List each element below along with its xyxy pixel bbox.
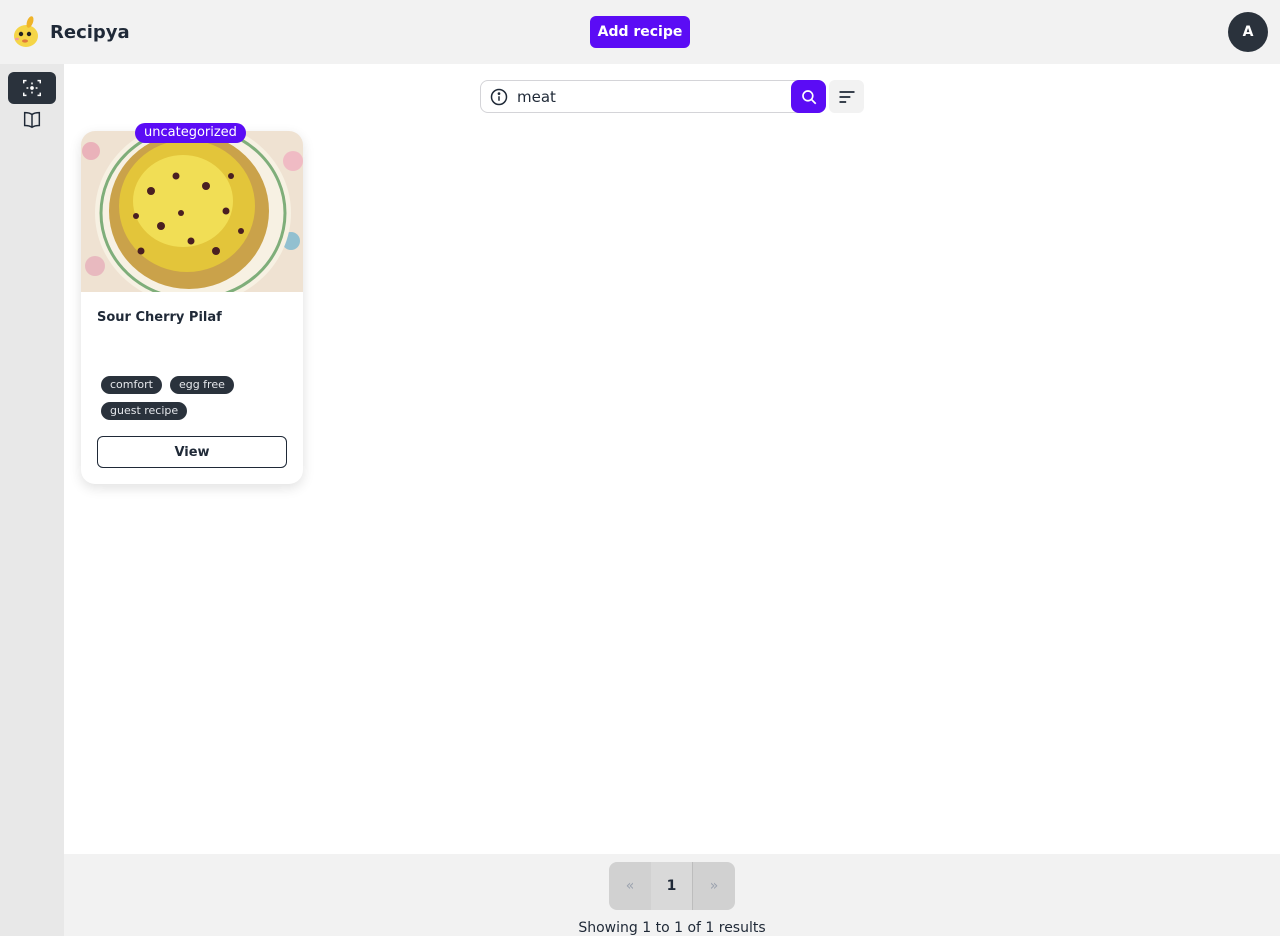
top-navbar: Recipya Add recipe A [0,0,1280,64]
cookbook-icon [23,111,41,129]
add-recipe-button[interactable]: Add recipe [590,16,690,48]
search-icon [801,89,816,104]
tag-list: comfort egg free guest recipe [101,376,281,420]
recipe-image [81,131,303,292]
pagination: « 1 » [609,862,735,910]
avatar[interactable]: A [1228,12,1268,52]
sidebar-item-recipes[interactable] [8,72,56,104]
view-recipe-button[interactable]: View [97,436,287,468]
sort-lines-icon [839,90,854,103]
recipe-card: uncategorized Sour Cherry Pilaf comfort … [81,123,303,484]
search-box [480,80,826,113]
recipe-title: Sour Cherry Pilaf [97,310,222,325]
tag[interactable]: egg free [169,376,234,394]
sidebar [0,64,64,936]
sidebar-item-cookbooks[interactable] [8,104,56,136]
recipes-scan-icon [23,79,41,97]
search-input[interactable] [517,85,787,109]
pagination-footer: « 1 » Showing 1 to 1 of 1 results [64,854,1280,936]
sort-filter-button[interactable] [829,80,864,113]
brand-name: Recipya [50,21,130,43]
results-summary: Showing 1 to 1 of 1 results [578,920,766,936]
tag[interactable]: comfort [101,376,162,394]
info-icon[interactable] [490,88,508,106]
previous-page-button[interactable]: « [609,862,651,910]
current-page-button[interactable]: 1 [651,862,693,910]
brand[interactable]: Recipya [10,14,130,50]
tag[interactable]: guest recipe [101,402,188,420]
next-page-button[interactable]: » [693,862,735,910]
search-button[interactable] [791,80,826,113]
logo-icon [14,16,38,47]
category-badge[interactable]: uncategorized [135,123,246,143]
